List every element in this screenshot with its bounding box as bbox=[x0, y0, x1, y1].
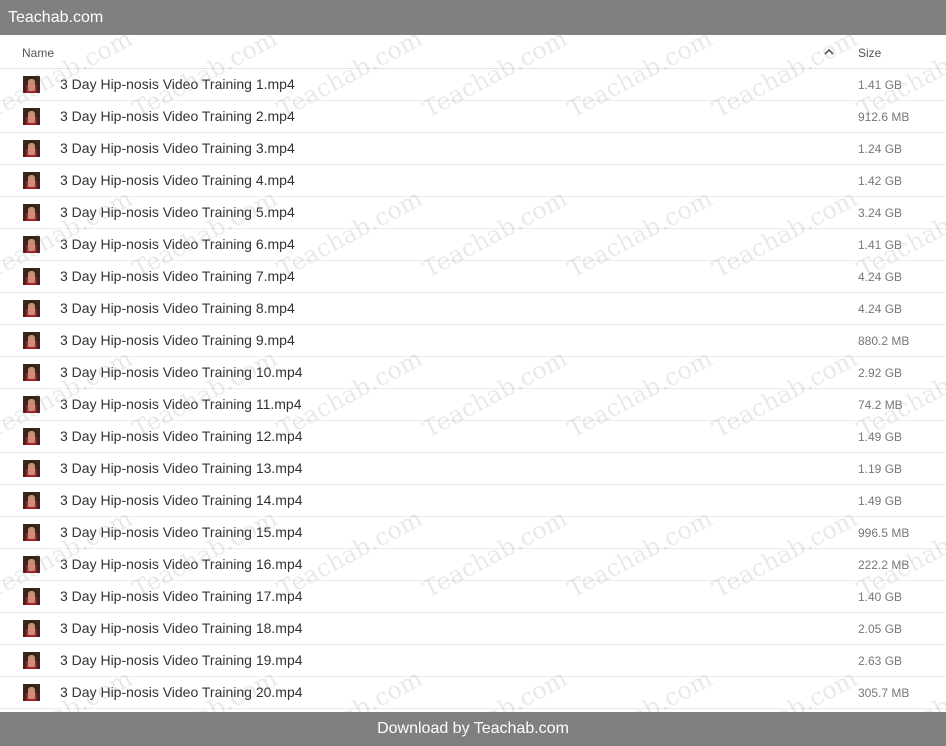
file-size: 880.2 MB bbox=[858, 334, 910, 348]
file-name[interactable]: 3 Day Hip-nosis Video Training 4.mp4 bbox=[60, 172, 295, 188]
video-thumbnail-icon bbox=[23, 428, 40, 445]
file-row[interactable]: 3 Day Hip-nosis Video Training 15.mp4 996… bbox=[0, 517, 946, 549]
file-name[interactable]: 3 Day Hip-nosis Video Training 7.mp4 bbox=[60, 268, 295, 284]
video-thumbnail-icon bbox=[23, 76, 40, 93]
file-row[interactable]: 3 Day Hip-nosis Video Training 2.mp4 912.… bbox=[0, 101, 946, 133]
video-thumbnail-icon bbox=[23, 492, 40, 509]
file-name[interactable]: 3 Day Hip-nosis Video Training 18.mp4 bbox=[60, 620, 303, 636]
file-size: 1.41 GB bbox=[858, 78, 903, 92]
file-row[interactable]: 3 Day Hip-nosis Video Training 4.mp4 1.42… bbox=[0, 165, 946, 197]
window-title-bar: Teachab.com bbox=[0, 0, 946, 35]
file-name[interactable]: 3 Day Hip-nosis Video Training 16.mp4 bbox=[60, 556, 303, 572]
file-row[interactable]: 3 Day Hip-nosis Video Training 19.mp4 2.6… bbox=[0, 645, 946, 677]
file-row[interactable]: 3 Day Hip-nosis Video Training 12.mp4 1.4… bbox=[0, 421, 946, 453]
file-name[interactable]: 3 Day Hip-nosis Video Training 17.mp4 bbox=[60, 588, 303, 604]
file-size: 996.5 MB bbox=[858, 526, 910, 540]
video-thumbnail-icon bbox=[23, 204, 40, 221]
file-row[interactable]: 3 Day Hip-nosis Video Training 3.mp4 1.24… bbox=[0, 133, 946, 165]
file-row[interactable]: 3 Day Hip-nosis Video Training 5.mp4 3.24… bbox=[0, 197, 946, 229]
file-size: 2.92 GB bbox=[858, 366, 903, 380]
file-size: 74.2 MB bbox=[858, 398, 903, 412]
footer-text: Download by Teachab.com bbox=[377, 720, 569, 737]
column-header-size[interactable]: Size bbox=[858, 46, 881, 60]
video-thumbnail-icon bbox=[23, 620, 40, 637]
file-row[interactable]: 3 Day Hip-nosis Video Training 7.mp4 4.24… bbox=[0, 261, 946, 293]
video-thumbnail-icon bbox=[23, 460, 40, 477]
video-thumbnail-icon bbox=[23, 556, 40, 573]
file-size: 1.24 GB bbox=[858, 142, 903, 156]
file-name[interactable]: 3 Day Hip-nosis Video Training 19.mp4 bbox=[60, 652, 303, 668]
file-row[interactable]: 3 Day Hip-nosis Video Training 6.mp4 1.41… bbox=[0, 229, 946, 261]
file-name[interactable]: 3 Day Hip-nosis Video Training 8.mp4 bbox=[60, 300, 295, 316]
file-row[interactable]: 3 Day Hip-nosis Video Training 10.mp4 2.9… bbox=[0, 357, 946, 389]
file-row[interactable]: 3 Day Hip-nosis Video Training 16.mp4 222… bbox=[0, 549, 946, 581]
video-thumbnail-icon bbox=[23, 172, 40, 189]
video-thumbnail-icon bbox=[23, 140, 40, 157]
file-size: 1.49 GB bbox=[858, 430, 903, 444]
file-name[interactable]: 3 Day Hip-nosis Video Training 15.mp4 bbox=[60, 524, 303, 540]
file-name[interactable]: 3 Day Hip-nosis Video Training 3.mp4 bbox=[60, 140, 295, 156]
video-thumbnail-icon bbox=[23, 364, 40, 381]
file-row[interactable]: 3 Day Hip-nosis Video Training 1.mp4 1.41… bbox=[0, 69, 946, 101]
window-title: Teachab.com bbox=[8, 9, 104, 26]
file-name[interactable]: 3 Day Hip-nosis Video Training 10.mp4 bbox=[60, 364, 303, 380]
file-row[interactable]: 3 Day Hip-nosis Video Training 8.mp4 4.24… bbox=[0, 293, 946, 325]
file-name[interactable]: 3 Day Hip-nosis Video Training 2.mp4 bbox=[60, 108, 295, 124]
file-size: 3.24 GB bbox=[858, 206, 903, 220]
video-thumbnail-icon bbox=[23, 652, 40, 669]
file-list-header: Name Size bbox=[0, 35, 946, 69]
file-name[interactable]: 3 Day Hip-nosis Video Training 14.mp4 bbox=[60, 492, 303, 508]
video-thumbnail-icon bbox=[23, 108, 40, 125]
file-row[interactable]: 3 Day Hip-nosis Video Training 14.mp4 1.4… bbox=[0, 485, 946, 517]
video-thumbnail-icon bbox=[23, 684, 40, 701]
file-size: 1.40 GB bbox=[858, 590, 903, 604]
file-name[interactable]: 3 Day Hip-nosis Video Training 6.mp4 bbox=[60, 236, 295, 252]
file-size: 2.63 GB bbox=[858, 654, 903, 668]
file-name[interactable]: 3 Day Hip-nosis Video Training 9.mp4 bbox=[60, 332, 295, 348]
file-row[interactable]: 3 Day Hip-nosis Video Training 11.mp4 74.… bbox=[0, 389, 946, 421]
file-size: 4.24 GB bbox=[858, 270, 903, 284]
column-header-name[interactable]: Name bbox=[22, 46, 54, 60]
file-size: 4.24 GB bbox=[858, 302, 903, 316]
video-thumbnail-icon bbox=[23, 332, 40, 349]
file-row[interactable]: 3 Day Hip-nosis Video Training 13.mp4 1.1… bbox=[0, 453, 946, 485]
file-row[interactable]: 3 Day Hip-nosis Video Training 9.mp4 880.… bbox=[0, 325, 946, 357]
video-thumbnail-icon bbox=[23, 300, 40, 317]
file-size: 912.6 MB bbox=[858, 110, 910, 124]
file-name[interactable]: 3 Day Hip-nosis Video Training 12.mp4 bbox=[60, 428, 303, 444]
file-row[interactable]: 3 Day Hip-nosis Video Training 20.mp4 305… bbox=[0, 677, 946, 709]
file-size: 1.19 GB bbox=[858, 462, 903, 476]
video-thumbnail-icon bbox=[23, 588, 40, 605]
footer-bar: Download by Teachab.com bbox=[0, 712, 946, 746]
file-name[interactable]: 3 Day Hip-nosis Video Training 20.mp4 bbox=[60, 684, 303, 700]
video-thumbnail-icon bbox=[23, 236, 40, 253]
video-thumbnail-icon bbox=[23, 268, 40, 285]
chevron-up-icon[interactable] bbox=[822, 45, 836, 59]
file-name[interactable]: 3 Day Hip-nosis Video Training 5.mp4 bbox=[60, 204, 295, 220]
video-thumbnail-icon bbox=[23, 524, 40, 541]
file-name[interactable]: 3 Day Hip-nosis Video Training 1.mp4 bbox=[60, 76, 295, 92]
file-size: 2.05 GB bbox=[858, 622, 903, 636]
video-thumbnail-icon bbox=[23, 396, 40, 413]
file-size: 222.2 MB bbox=[858, 558, 910, 572]
file-size: 1.49 GB bbox=[858, 494, 903, 508]
file-row[interactable]: 3 Day Hip-nosis Video Training 17.mp4 1.4… bbox=[0, 581, 946, 613]
file-name[interactable]: 3 Day Hip-nosis Video Training 11.mp4 bbox=[60, 396, 302, 412]
file-size: 305.7 MB bbox=[858, 686, 910, 700]
file-list: 3 Day Hip-nosis Video Training 1.mp4 1.41… bbox=[0, 69, 946, 709]
file-row[interactable]: 3 Day Hip-nosis Video Training 18.mp4 2.0… bbox=[0, 613, 946, 645]
file-size: 1.41 GB bbox=[858, 238, 903, 252]
file-size: 1.42 GB bbox=[858, 174, 903, 188]
file-name[interactable]: 3 Day Hip-nosis Video Training 13.mp4 bbox=[60, 460, 303, 476]
